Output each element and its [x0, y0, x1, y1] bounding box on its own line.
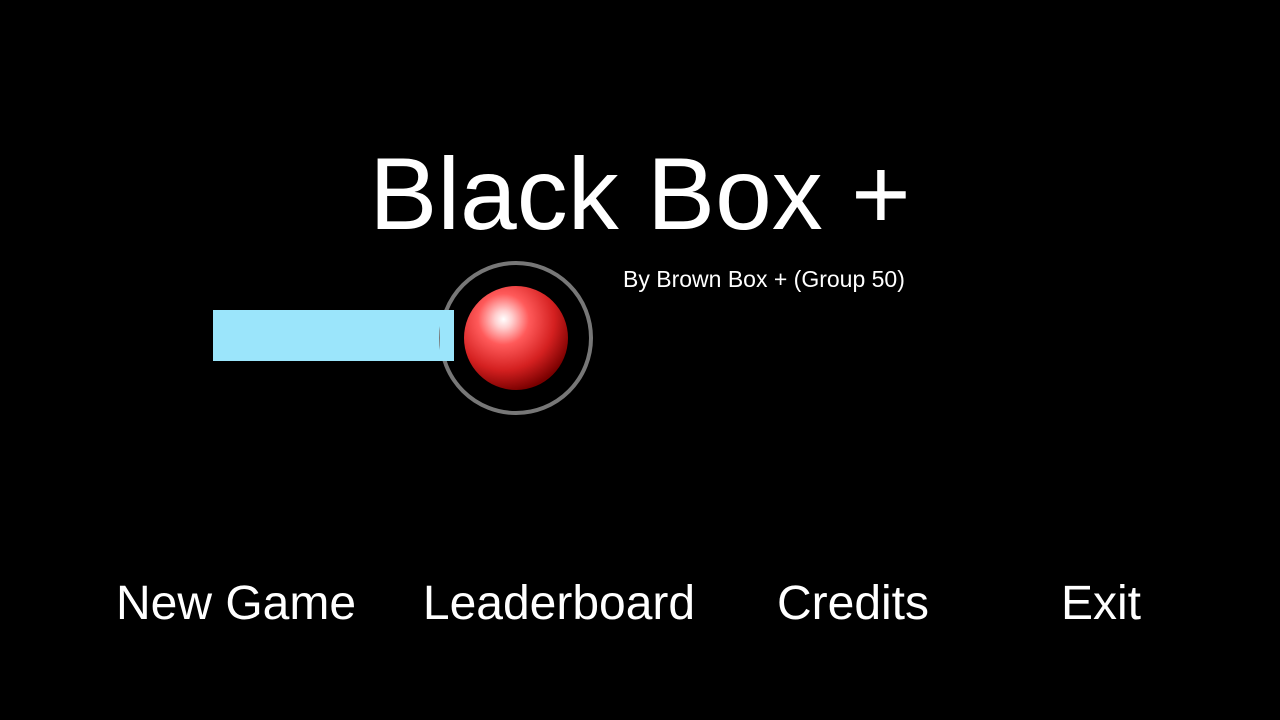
title-screen: Black Box + By Brown Box + (Group 50) Ne…: [0, 0, 1280, 720]
laser-ball-logo-icon: [213, 261, 593, 415]
red-ball: [464, 286, 568, 390]
game-title: Black Box +: [369, 137, 911, 251]
credits-button[interactable]: Credits: [753, 574, 953, 634]
leaderboard-button[interactable]: Leaderboard: [404, 574, 714, 634]
light-beam: [213, 310, 451, 361]
game-subtitle: By Brown Box + (Group 50): [623, 266, 905, 292]
exit-button[interactable]: Exit: [1030, 574, 1172, 634]
light-beam-tip: [440, 310, 454, 361]
new-game-button[interactable]: New Game: [96, 574, 376, 634]
